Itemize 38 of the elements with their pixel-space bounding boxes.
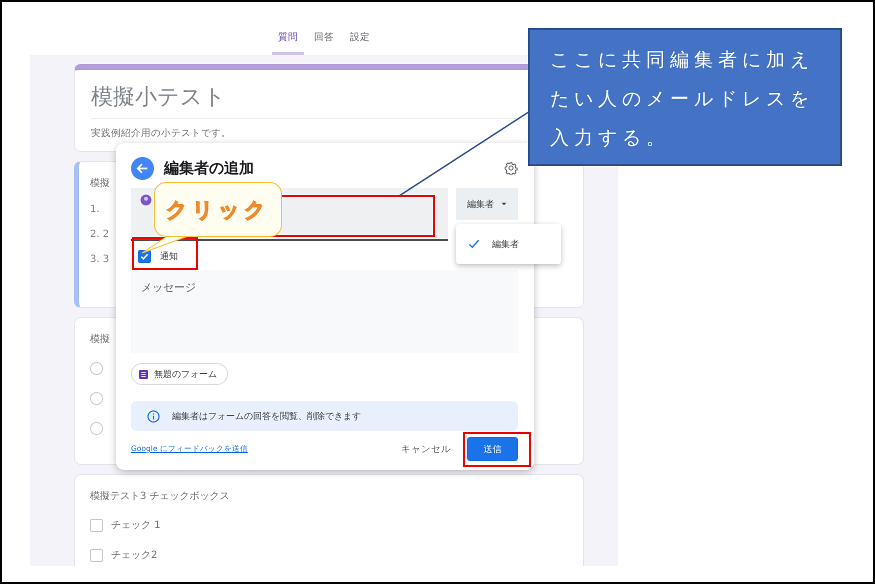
option-label: チェック 1: [111, 519, 161, 532]
list-item: 1.: [90, 204, 100, 215]
back-icon[interactable]: [131, 156, 154, 180]
note-text: たい人のメールドレスを: [550, 87, 815, 112]
note-text: 入力する。: [550, 126, 671, 151]
caret-icon: [501, 202, 507, 206]
tab[interactable]: 設定: [344, 31, 376, 55]
message-field[interactable]: メッセージ: [131, 270, 518, 353]
radio-button[interactable]: [90, 422, 103, 434]
check-icon: [468, 239, 480, 249]
dialog-title: 編集者の追加: [164, 158, 255, 178]
radio-button[interactable]: [90, 362, 103, 374]
list-item: 3. 3: [90, 254, 110, 265]
form-description: 実践例紹介用の小テストです。: [91, 127, 231, 140]
role-dropdown[interactable]: 編集者: [456, 188, 518, 220]
question-title: 模擬: [90, 176, 110, 190]
send-button[interactable]: 送信: [467, 437, 518, 461]
info-icon: [147, 410, 160, 422]
form-chip[interactable]: 無題のフォーム: [131, 363, 228, 385]
note-text: ここに共同編集者に加え: [550, 48, 815, 73]
checkbox[interactable]: [90, 518, 103, 532]
checkbox[interactable]: [90, 548, 103, 562]
question-title: 模擬テスト3 チェックボックス: [90, 490, 230, 503]
cancel-button[interactable]: キャンセル: [395, 442, 457, 456]
form-icon: [139, 370, 148, 378]
settings-icon[interactable]: [504, 161, 518, 175]
info-text: 編集者はフォームの回答を閲覧、削除できます: [172, 410, 361, 422]
tab[interactable]: 回答: [308, 31, 340, 55]
avatar-icon: [140, 194, 152, 206]
menu-item[interactable]: 編集者: [456, 238, 519, 250]
question-card[interactable]: 模擬テスト3 チェックボックス チェック 1 チェック2: [74, 474, 584, 566]
radio-button[interactable]: [90, 392, 103, 404]
highlight-frame: [463, 432, 531, 467]
checkbox-label: 通知: [160, 250, 178, 262]
question-title: 模擬: [90, 332, 110, 346]
list-item: 2. 2: [90, 229, 110, 240]
checkbox[interactable]: [138, 250, 151, 262]
option-label: チェック2: [111, 549, 158, 562]
